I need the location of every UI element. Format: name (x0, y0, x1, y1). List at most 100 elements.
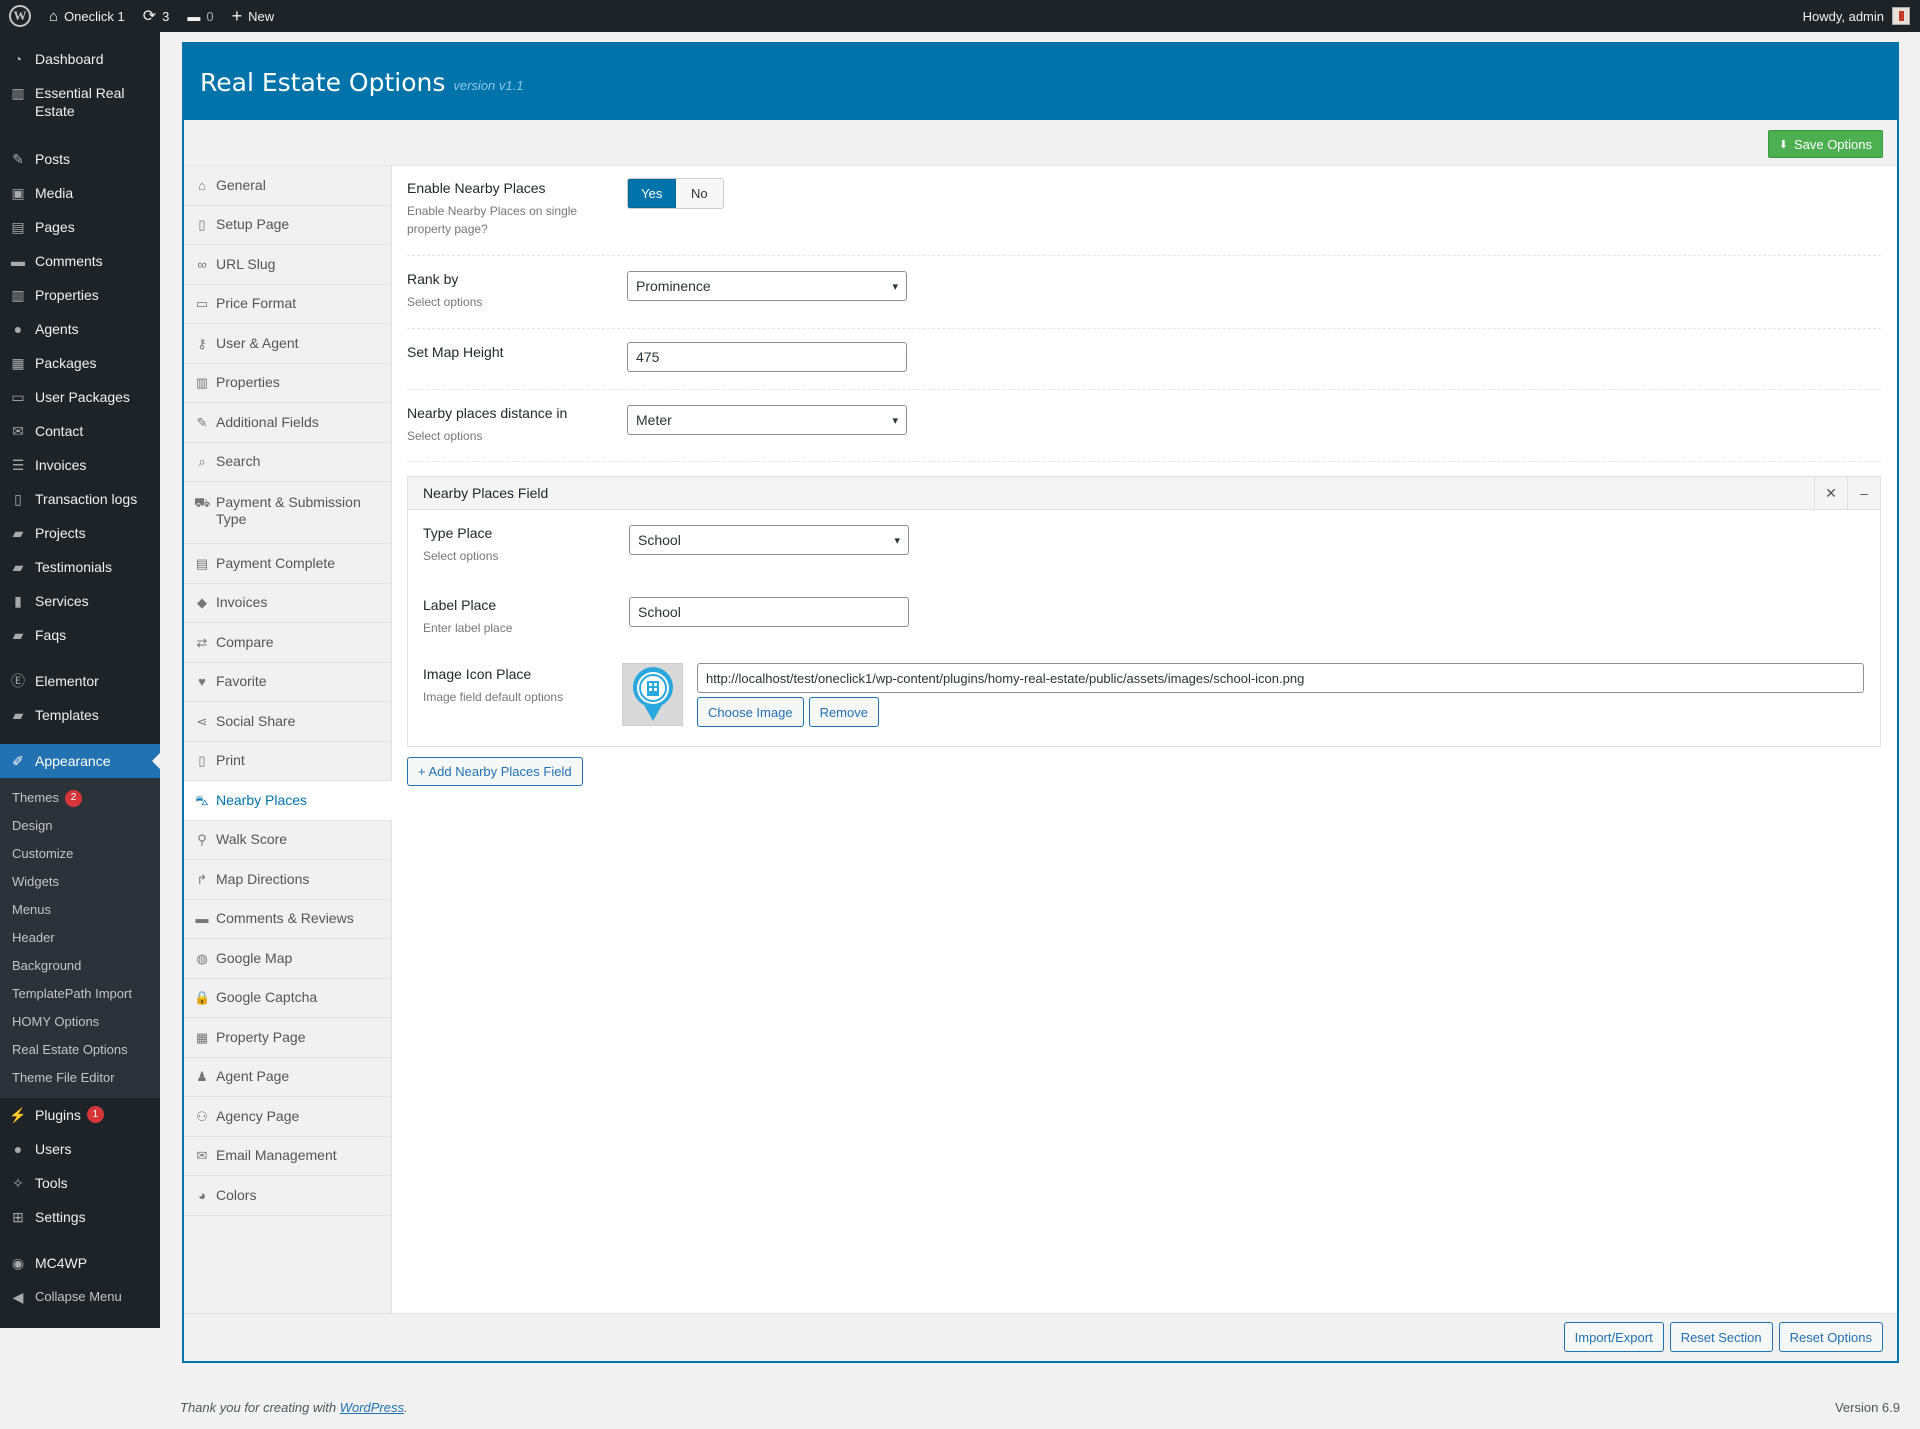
tab-nearby-places[interactable]: ⛍ Nearby Places (184, 781, 392, 821)
tab-colors[interactable]: ◕ Colors (184, 1176, 391, 1216)
sidebar-item-invoices[interactable]: ☰ Invoices (0, 448, 160, 482)
sidebar-item-transaction-logs[interactable]: ▯ Transaction logs (0, 482, 160, 516)
submenu-item-widgets[interactable]: Widgets (0, 868, 160, 896)
label-place-input[interactable]: School (629, 597, 909, 627)
tab-agency-page[interactable]: ⚇ Agency Page (184, 1097, 391, 1137)
sidebar-item-mc4wp[interactable]: ◉ MC4WP (0, 1246, 160, 1280)
sidebar-item-templates[interactable]: ▰ Templates (0, 698, 160, 732)
collapse-icon[interactable]: – (1847, 477, 1880, 509)
reset-section-button[interactable]: Reset Section (1669, 1322, 1773, 1352)
sidebar-item-properties[interactable]: ▥ Properties (0, 278, 160, 312)
elementor-icon: Ⓔ (11, 673, 25, 689)
submenu-item-header[interactable]: Header (0, 924, 160, 952)
sidebar-item-services[interactable]: ▮ Services (0, 584, 160, 618)
tab-payment-submission-type[interactable]: ⛟ Payment & Submission Type (184, 482, 391, 544)
sidebar-item-settings[interactable]: ⊞ Settings (0, 1200, 160, 1234)
sidebar-item-collapse-menu[interactable]: ◀ Collapse Menu (0, 1280, 160, 1314)
sidebar-item-plugins[interactable]: ⚡ Plugins 1 (0, 1098, 160, 1132)
tab-price-format[interactable]: ▭ Price Format (184, 285, 391, 324)
tab-properties[interactable]: ▥ Properties (184, 364, 391, 403)
tab-print[interactable]: ▯ Print (184, 742, 391, 781)
tab-user-agent[interactable]: ⚷ User & Agent (184, 324, 391, 364)
sidebar-item-media[interactable]: ▣ Media (0, 176, 160, 210)
sidebar-item-pages[interactable]: ▤ Pages (0, 210, 160, 244)
submenu-item-homy-options[interactable]: HOMY Options (0, 1008, 160, 1036)
save-options-button[interactable]: ⬇ Save Options (1767, 130, 1883, 158)
tab-email-management[interactable]: ✉ Email Management (184, 1137, 391, 1176)
no-button[interactable]: No (675, 179, 723, 208)
sidebar-item-elementor[interactable]: Ⓔ Elementor (0, 664, 160, 698)
updates-link[interactable]: ⟳ 3 (134, 0, 179, 32)
submenu-item-menus[interactable]: Menus (0, 896, 160, 924)
site-name-link[interactable]: ⌂ Oneclick 1 (40, 0, 134, 32)
sidebar-item-testimonials[interactable]: ▰ Testimonials (0, 550, 160, 584)
tab-label: Payment & Submission Type (216, 494, 361, 527)
tab-comments-reviews[interactable]: ▬ Comments & Reviews (184, 900, 391, 939)
tab-payment-complete[interactable]: ▤ Payment Complete (184, 544, 391, 584)
sidebar-item-dashboard[interactable]: ◔ Dashboard (0, 42, 160, 76)
submenu-item-theme-file-editor[interactable]: Theme File Editor (0, 1064, 160, 1092)
yes-button[interactable]: Yes (628, 179, 676, 208)
remove-image-button[interactable]: Remove (808, 697, 879, 727)
tab-additional-fields[interactable]: ✎ Additional Fields (184, 403, 391, 443)
tab-url-slug[interactable]: ∞ URL Slug (184, 245, 391, 285)
sidebar-item-appearance[interactable]: ✐ Appearance (0, 744, 160, 778)
add-nearby-places-button[interactable]: + Add Nearby Places Field (407, 757, 583, 786)
tab-google-map[interactable]: ◍ Google Map (184, 939, 391, 979)
tab-label: General (216, 176, 266, 193)
building-icon: ▥ (195, 375, 209, 391)
tab-compare[interactable]: ⇄ Compare (184, 623, 391, 663)
admin-bar: W ⌂ Oneclick 1 ⟳ 3 ▬ 0 + New Howdy, admi… (0, 0, 1920, 32)
repeater-header[interactable]: Nearby Places Field ✕ – (408, 477, 1880, 510)
sidebar-item-essential-real-estate[interactable]: ▥ Essential Real Estate (0, 76, 160, 130)
comments-link[interactable]: ▬ 0 (178, 0, 222, 32)
sidebar-item-users[interactable]: ● Users (0, 1132, 160, 1166)
tab-search[interactable]: ⌕ Search (184, 443, 391, 482)
submenu-item-customize[interactable]: Customize (0, 840, 160, 868)
submenu-item-background[interactable]: Background (0, 952, 160, 980)
tab-general[interactable]: ⌂ General (184, 166, 391, 206)
wp-logo-menu[interactable]: W (0, 0, 40, 32)
submenu-item-themes[interactable]: Themes 2 (0, 784, 160, 812)
sidebar-item-label: Settings (35, 1209, 86, 1225)
sidebar-item-projects[interactable]: ▰ Projects (0, 516, 160, 550)
sidebar-item-posts[interactable]: ✎ Posts (0, 142, 160, 176)
import-export-button[interactable]: Import/Export (1563, 1322, 1664, 1352)
submenu-item-templatepath-import[interactable]: TemplatePath Import (0, 980, 160, 1008)
map-height-input[interactable]: 475 (627, 342, 907, 372)
tab-walk-score[interactable]: ⚲ Walk Score (184, 821, 391, 860)
type-place-select[interactable]: School ▾ (629, 525, 909, 555)
sidebar-item-label: Properties (35, 287, 99, 303)
save-icon: ⬇ (1778, 138, 1788, 151)
comment-icon: ▬ (195, 911, 209, 927)
sidebar-item-agents[interactable]: ● Agents (0, 312, 160, 346)
sidebar-item-contact[interactable]: ✉ Contact (0, 414, 160, 448)
distance-select[interactable]: Meter ▾ (627, 405, 907, 435)
sidebar-item-faqs[interactable]: ▰ Faqs (0, 618, 160, 652)
tab-invoices[interactable]: ◆ Invoices (184, 584, 391, 623)
tab-google-captcha[interactable]: 🔒 Google Captcha (184, 979, 391, 1018)
sidebar-item-packages[interactable]: ▦ Packages (0, 346, 160, 380)
my-account-link[interactable]: Howdy, admin (1794, 0, 1920, 32)
lock-icon: 🔒 (194, 990, 211, 1006)
wordpress-link[interactable]: WordPress (340, 1400, 404, 1415)
rank-by-select[interactable]: Prominence ▾ (627, 271, 907, 301)
tab-favorite[interactable]: ♥ Favorite (184, 663, 391, 702)
close-icon[interactable]: ✕ (1814, 477, 1847, 509)
submenu-item-real-estate-options[interactable]: Real Estate Options (0, 1036, 160, 1064)
sidebar-item-tools[interactable]: ✧ Tools (0, 1166, 160, 1200)
tab-map-directions[interactable]: ↱ Map Directions (184, 860, 391, 900)
image-url-input[interactable]: http://localhost/test/oneclick1/wp-conte… (697, 663, 1864, 693)
tab-setup-page[interactable]: ▯ Setup Page (184, 206, 391, 245)
tab-social-share[interactable]: ⋖ Social Share (184, 702, 391, 742)
tab-agent-page[interactable]: ♟ Agent Page (184, 1058, 391, 1097)
sidebar-item-user-packages[interactable]: ▭ User Packages (0, 380, 160, 414)
tab-property-page[interactable]: ▦ Property Page (184, 1018, 391, 1058)
reset-options-button[interactable]: Reset Options (1778, 1322, 1883, 1352)
new-content-link[interactable]: + New (223, 0, 284, 32)
sidebar-item-comments[interactable]: ▬ Comments (0, 244, 160, 278)
field-image-icon: Image Icon Place Image field default opt… (423, 650, 1864, 730)
field-desc: Select options (407, 295, 483, 309)
choose-image-button[interactable]: Choose Image (697, 697, 804, 727)
submenu-item-design[interactable]: Design (0, 812, 160, 840)
